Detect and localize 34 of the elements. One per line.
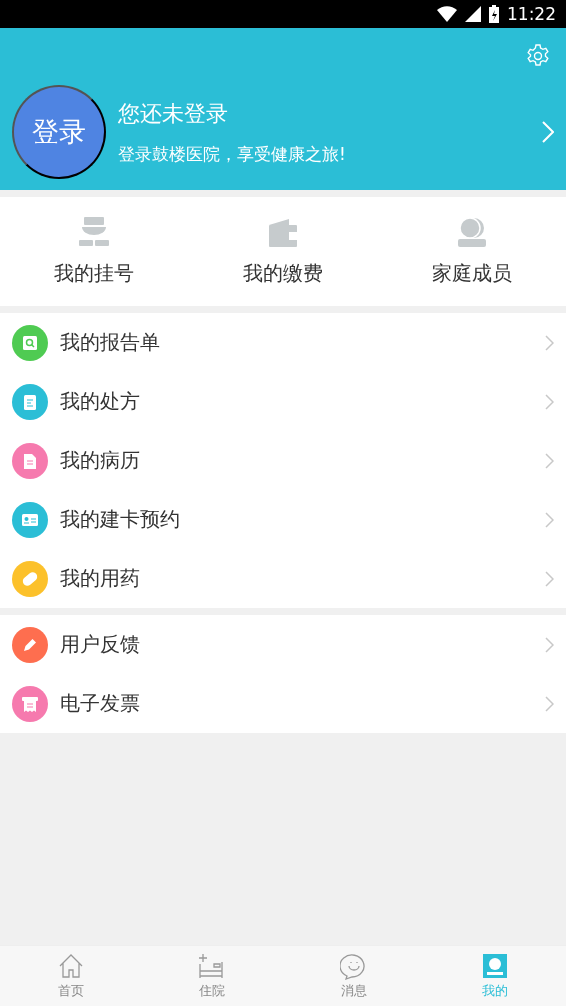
doctor-icon — [78, 216, 111, 248]
family-icon — [455, 216, 488, 248]
chevron-right-icon — [545, 334, 554, 351]
signal-icon — [465, 6, 481, 22]
chevron-right-icon — [545, 511, 554, 528]
chevron-right-icon — [545, 393, 554, 410]
battery-icon — [489, 5, 499, 23]
menu-item[interactable]: 我的报告单 — [0, 313, 566, 372]
login-prompt-text: 登录鼓楼医院，享受健康之旅! — [118, 142, 347, 166]
profile-icon — [481, 952, 510, 980]
tab[interactable]: 消息 — [283, 946, 425, 1006]
login-avatar-button[interactable]: 登录 — [12, 85, 106, 179]
login-status-title: 您还未登录 — [118, 99, 229, 128]
menu-item[interactable]: 我的建卡预约 — [0, 490, 566, 549]
chevron-right-icon — [545, 695, 554, 712]
tab[interactable]: 首页 — [0, 946, 142, 1006]
quick-action-button[interactable]: 我的挂号 — [0, 197, 189, 306]
chevron-right-icon[interactable] — [542, 121, 554, 143]
quick-action-button[interactable]: 我的缴费 — [188, 197, 378, 306]
chevron-right-icon — [545, 636, 554, 653]
wallet-icon — [267, 216, 299, 248]
menu-item[interactable]: 我的用药 — [0, 549, 566, 608]
chevron-right-icon — [545, 452, 554, 469]
chevron-right-icon — [545, 570, 554, 587]
menu-item[interactable]: 我的处方 — [0, 372, 566, 431]
menu-item[interactable]: 我的病历 — [0, 431, 566, 490]
quick-action-button[interactable]: 家庭成员 — [377, 197, 566, 306]
tab[interactable]: 住院 — [141, 946, 283, 1006]
settings-icon[interactable] — [526, 44, 550, 68]
clock-time: 11:22 — [507, 4, 556, 24]
menu-item[interactable]: 用户反馈 — [0, 615, 566, 674]
wifi-icon — [437, 6, 457, 22]
menu-item[interactable]: 电子发票 — [0, 674, 566, 733]
chat-icon — [339, 952, 368, 980]
